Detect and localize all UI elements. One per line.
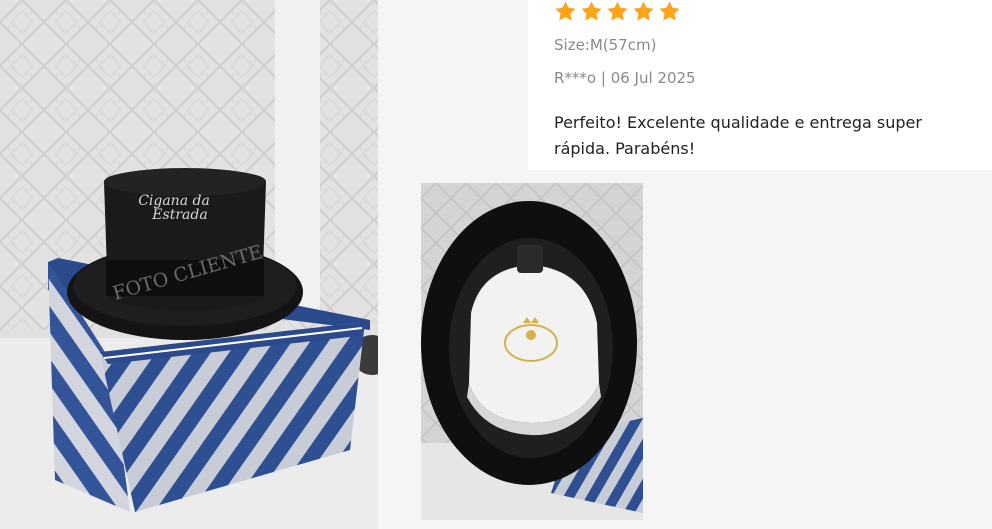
star-icon [632, 0, 655, 23]
review-photo-thumbnail[interactable] [421, 183, 643, 520]
hat-on-box-photo: Cigana da Estrada FOTO CLIENTE [0, 0, 378, 529]
star-icon [658, 0, 681, 23]
rating-stars [554, 0, 681, 23]
star-icon [606, 0, 629, 23]
product-size: Size:M(57cm) [554, 36, 657, 54]
star-icon [554, 0, 577, 23]
review-body: Perfeito! Excelente qualidade e entrega … [554, 113, 922, 158]
brand-watermark-line2: Estrada [151, 207, 207, 223]
review-photo-main[interactable]: Cigana da Estrada FOTO CLIENTE [0, 0, 378, 529]
reviewer-and-date: R***o | 06 Jul 2025 [554, 69, 696, 87]
review-card: Size:M(57cm) R***o | 06 Jul 2025 Perfeit… [528, 0, 992, 170]
star-icon [580, 0, 603, 23]
hat-interior-photo [421, 183, 643, 520]
